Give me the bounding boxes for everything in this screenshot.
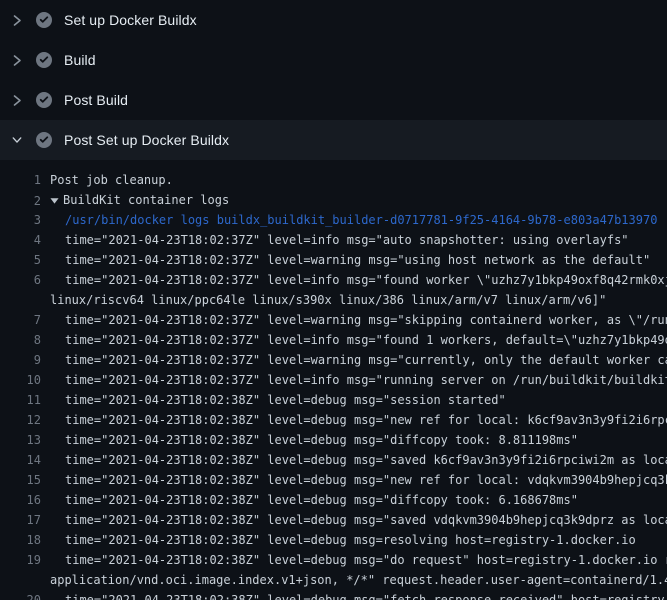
log-row: 20 time="2021-04-23T18:02:38Z" level=deb…	[0, 590, 667, 600]
check-circle-icon	[36, 52, 52, 68]
step-header-set-up-docker-buildx[interactable]: Set up Docker Buildx	[0, 0, 667, 40]
log-line-number[interactable]: 12	[0, 410, 41, 430]
log-text: time="2021-04-23T18:02:38Z" level=debug …	[65, 550, 667, 570]
triangle-down-icon	[50, 196, 62, 205]
log-line-number[interactable]: 9	[0, 350, 41, 370]
log-text: time="2021-04-23T18:02:38Z" level=debug …	[65, 530, 636, 550]
step-log-area: 1 Post job cleanup. 2 BuildKit container…	[0, 160, 667, 600]
log-text: time="2021-04-23T18:02:38Z" level=debug …	[65, 510, 667, 530]
chevron-right-icon	[12, 94, 22, 106]
log-row: 8 time="2021-04-23T18:02:37Z" level=info…	[0, 330, 667, 350]
log-text: time="2021-04-23T18:02:37Z" level=info m…	[65, 270, 667, 290]
log-text: Post job cleanup.	[50, 170, 173, 190]
log-line-number[interactable]: 6	[0, 270, 41, 290]
steps-list: Set up Docker Buildx Build Post Build Po…	[0, 0, 667, 600]
log-line-number[interactable]: 20	[0, 590, 41, 600]
log-group-label: BuildKit container logs	[63, 190, 229, 210]
log-row: 9 time="2021-04-23T18:02:37Z" level=warn…	[0, 350, 667, 370]
check-circle-icon	[36, 12, 52, 28]
log-row: 15 time="2021-04-23T18:02:38Z" level=deb…	[0, 470, 667, 490]
log-row: 1 Post job cleanup.	[0, 170, 667, 190]
log-line-number[interactable]: 1	[0, 170, 41, 190]
step-title: Post Build	[64, 92, 128, 108]
log-row: 16 time="2021-04-23T18:02:38Z" level=deb…	[0, 490, 667, 510]
log-row: 19 time="2021-04-23T18:02:38Z" level=deb…	[0, 550, 667, 570]
log-text: application/vnd.oci.image.index.v1+json,…	[50, 570, 667, 590]
log-text: time="2021-04-23T18:02:37Z" level=warnin…	[65, 350, 667, 370]
log-text: time="2021-04-23T18:02:38Z" level=debug …	[65, 410, 667, 430]
log-line-number[interactable]: 19	[0, 550, 41, 570]
log-row: linux/riscv64 linux/ppc64le linux/s390x …	[0, 290, 667, 310]
log-row: 10 time="2021-04-23T18:02:37Z" level=inf…	[0, 370, 667, 390]
chevron-right-icon	[12, 14, 22, 26]
log-text: time="2021-04-23T18:02:37Z" level=info m…	[65, 330, 667, 350]
log-command-text: /usr/bin/docker logs buildx_buildkit_bui…	[65, 210, 657, 230]
log-group-toggle[interactable]: BuildKit container logs	[50, 190, 229, 210]
log-row: 2 BuildKit container logs	[0, 190, 667, 210]
log-line-number[interactable]: 11	[0, 390, 41, 410]
log-text: linux/riscv64 linux/ppc64le linux/s390x …	[50, 290, 606, 310]
log-line-number[interactable]: 7	[0, 310, 41, 330]
log-line-number[interactable]: 8	[0, 330, 41, 350]
log-text: time="2021-04-23T18:02:37Z" level=info m…	[65, 230, 629, 250]
log-line-number[interactable]: 10	[0, 370, 41, 390]
log-line-number[interactable]: 17	[0, 510, 41, 530]
chevron-right-icon	[12, 54, 22, 66]
step-title: Build	[64, 52, 96, 68]
log-text: time="2021-04-23T18:02:37Z" level=warnin…	[65, 250, 650, 270]
log-text: time="2021-04-23T18:02:38Z" level=debug …	[65, 430, 578, 450]
log-row: 12 time="2021-04-23T18:02:38Z" level=deb…	[0, 410, 667, 430]
log-row: 18 time="2021-04-23T18:02:38Z" level=deb…	[0, 530, 667, 550]
chevron-down-icon	[12, 134, 22, 146]
step-title: Set up Docker Buildx	[64, 12, 197, 28]
log-text: time="2021-04-23T18:02:37Z" level=info m…	[65, 370, 667, 390]
log-line-number[interactable]: 18	[0, 530, 41, 550]
log-row: 6 time="2021-04-23T18:02:37Z" level=info…	[0, 270, 667, 290]
log-row: 14 time="2021-04-23T18:02:38Z" level=deb…	[0, 450, 667, 470]
log-line-number[interactable]: 2	[0, 191, 41, 211]
actions-log-viewer: { "colors": { "page_bg": "#0d1117", "exp…	[0, 0, 667, 600]
step-title: Post Set up Docker Buildx	[64, 132, 229, 148]
log-row: 3 /usr/bin/docker logs buildx_buildkit_b…	[0, 210, 667, 230]
log-text: time="2021-04-23T18:02:38Z" level=debug …	[65, 590, 667, 600]
log-row: 11 time="2021-04-23T18:02:38Z" level=deb…	[0, 390, 667, 410]
log-row: 7 time="2021-04-23T18:02:37Z" level=warn…	[0, 310, 667, 330]
step-header-post-set-up-docker-buildx[interactable]: Post Set up Docker Buildx	[0, 120, 667, 160]
log-text: time="2021-04-23T18:02:37Z" level=warnin…	[65, 310, 667, 330]
log-text: time="2021-04-23T18:02:38Z" level=debug …	[65, 490, 578, 510]
log-line-number[interactable]: 3	[0, 210, 41, 230]
log-row: application/vnd.oci.image.index.v1+json,…	[0, 570, 667, 590]
log-line-number[interactable]: 5	[0, 250, 41, 270]
log-row: 5 time="2021-04-23T18:02:37Z" level=warn…	[0, 250, 667, 270]
log-row: 4 time="2021-04-23T18:02:37Z" level=info…	[0, 230, 667, 250]
log-line-number[interactable]: 13	[0, 430, 41, 450]
log-line-number[interactable]: 14	[0, 450, 41, 470]
check-circle-icon	[36, 92, 52, 108]
check-circle-icon	[36, 132, 52, 148]
log-line-number[interactable]: 16	[0, 490, 41, 510]
log-text: time="2021-04-23T18:02:38Z" level=debug …	[65, 470, 667, 490]
log-row: 13 time="2021-04-23T18:02:38Z" level=deb…	[0, 430, 667, 450]
step-header-post-build[interactable]: Post Build	[0, 80, 667, 120]
log-text: time="2021-04-23T18:02:38Z" level=debug …	[65, 390, 506, 410]
step-header-build[interactable]: Build	[0, 40, 667, 80]
log-line-number[interactable]: 4	[0, 230, 41, 250]
log-line-number[interactable]: 15	[0, 470, 41, 490]
log-row: 17 time="2021-04-23T18:02:38Z" level=deb…	[0, 510, 667, 530]
log-text: time="2021-04-23T18:02:38Z" level=debug …	[65, 450, 667, 470]
